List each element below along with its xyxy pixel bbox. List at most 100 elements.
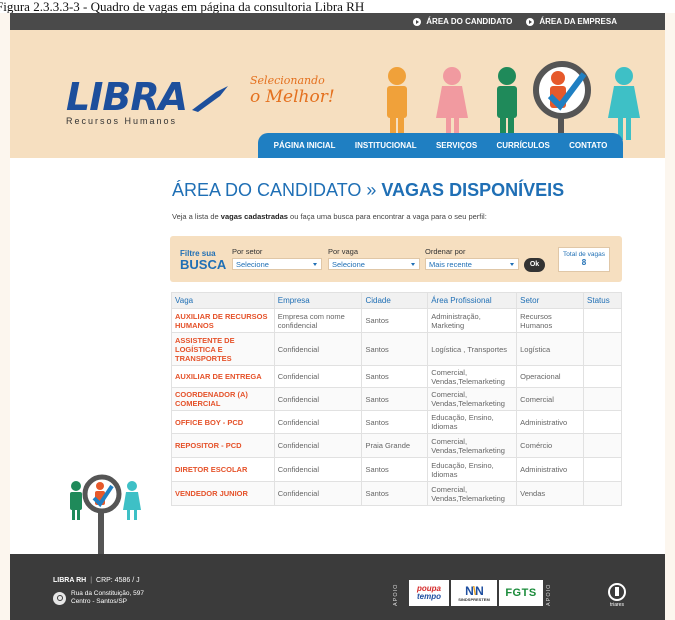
nav-curriculos[interactable]: CURRÍCULOS [496,141,549,150]
figure-caption: Figura 2.3.3.3-3 - Quadro de vagas em pá… [0,0,675,13]
area-cell: Comercial, Vendas,Telemarketing [427,481,518,506]
nav-contato[interactable]: CONTATO [569,141,607,150]
empresa-cell: Confidencial [273,365,363,388]
filter-panel: Filtre sua BUSCA Por setor Selecione Por… [170,236,622,282]
status-cell [583,387,622,411]
slogan-line2: o Melhor! [250,87,335,107]
footer-crp: CRP: 4586 / J [96,577,140,584]
vaga-link[interactable]: AUXILIAR DE ENTREGA [171,365,275,388]
location-pin-icon [53,591,66,605]
area-candidato-link[interactable]: ÁREA DO CANDIDATO [413,17,512,26]
sindsprestem-logo-icon: N\N [465,583,484,598]
vaga-link[interactable]: AUXILIAR DE RECURSOS HUMANOS [171,308,275,333]
empresa-cell: Confidencial [273,457,363,482]
play-icon [526,17,535,26]
vaga-link[interactable]: REPOSITOR - PCD [171,433,275,458]
footer [10,554,665,620]
intro-pre: Veja a lista de [172,212,221,221]
table-row[interactable]: AUXILIAR DE ENTREGA Confidencial Santos … [171,365,622,388]
area-cell: Logística , Transportes [427,332,518,366]
vaga-link[interactable]: DIRETOR ESCOLAR [171,457,275,482]
filter-vaga-value: Selecione [332,260,365,269]
setor-cell: Vendas [516,481,585,506]
filter-vaga-label: Por vaga [328,247,359,256]
col-vaga[interactable]: Vaga [171,292,275,309]
filter-ordenar-value: Mais recente [429,260,472,269]
area-cell: Educação, Ensino, Idiomas [427,457,518,482]
nav-institucional[interactable]: INSTITUCIONAL [355,141,417,150]
table-row[interactable]: OFFICE BOY - PCD Confidencial Santos Edu… [171,410,622,434]
cidade-cell: Santos [361,332,429,366]
col-empresa[interactable]: Empresa [273,292,363,309]
page-title-section: ÁREA DO CANDIDATO » [172,180,382,200]
status-cell [583,481,622,506]
setor-cell: Administrativo [516,457,585,482]
filter-setor-select[interactable]: Selecione [232,258,322,270]
nav-pagina-inicial[interactable]: PÁGINA INICIAL [274,141,336,150]
col-cidade[interactable]: Cidade [361,292,429,309]
libra-logo[interactable]: LIBRA Recursos Humanos [66,78,228,126]
status-cell [583,332,622,366]
cidade-cell: Santos [361,387,429,411]
table-row[interactable]: ASSISTENTE DE LOGÍSTICA E TRANSPORTES Co… [171,332,622,366]
vagas-table: Vaga Empresa Cidade Área Profissional Se… [171,292,622,506]
filter-vaga-select[interactable]: Selecione [328,258,420,270]
vaga-link[interactable]: COORDENADOR (A) COMERCIAL [171,387,275,411]
footer-brand-name: LIBRA RH [53,577,87,584]
cidade-cell: Santos [361,410,429,434]
footer-address-line2: Centro - Santos/SP [71,598,127,605]
table-row[interactable]: DIRETOR ESCOLAR Confidencial Santos Educ… [171,457,622,482]
cidade-cell: Santos [361,481,429,506]
empresa-cell: Confidencial [273,410,363,434]
sponsor-sindsprestem[interactable]: N\N SINDSPRESTEM [451,580,497,606]
status-cell [583,410,622,434]
setor-cell: Recursos Humanos [516,308,585,333]
triares-logo[interactable]: triares [603,583,631,608]
area-cell: Educação, Ensino, Idiomas [427,410,518,434]
setor-cell: Comercial [516,387,585,411]
status-cell [583,433,622,458]
area-cell: Comercial, Vendas,Telemarketing [427,365,518,388]
area-cell: Comercial, Vendas,Telemarketing [427,433,518,458]
filter-vaga: Por vaga Selecione [328,247,420,270]
filter-ordenar-select[interactable]: Mais recente [425,258,519,270]
triares-label: triares [610,602,624,608]
apoio-label-right: APOIO [546,583,552,606]
area-cell: Comercial, Vendas,Telemarketing [427,387,518,411]
filter-label-big: BUSCA [180,257,227,272]
page-title-bold: VAGAS DISPONÍVEIS [381,180,565,200]
table-row[interactable]: REPOSITOR - PCD Confidencial Praia Grand… [171,433,622,458]
sponsor-fgts[interactable]: FGTS [499,580,543,606]
area-candidato-label: ÁREA DO CANDIDATO [426,17,513,26]
ok-button[interactable]: Ok [524,258,545,272]
apoio-label-left: APOIO [393,583,399,606]
total-vagas-value: 8 [581,258,587,267]
filter-setor-value: Selecione [236,260,269,269]
col-setor[interactable]: Setor [516,292,585,309]
cidade-cell: Praia Grande [361,433,429,458]
filter-ordenar-label: Ordenar por [425,247,466,256]
area-empresa-label: ÁREA DA EMPRESA [539,17,617,26]
footer-address-line1: Rua da Constituição, 597 [71,590,144,597]
area-empresa-link[interactable]: ÁREA DA EMPRESA [526,17,617,26]
setor-cell: Logística [516,332,585,366]
table-row[interactable]: AUXILIAR DE RECURSOS HUMANOS Empresa com… [171,308,622,333]
slogan: Selecionando o Melhor! [250,72,335,106]
total-vagas-box: Total de vagas 8 [558,247,610,272]
vaga-link[interactable]: VENDEDOR JUNIOR [171,481,275,506]
table-row[interactable]: VENDEDOR JUNIOR Confidencial Santos Come… [171,481,622,506]
vaga-link[interactable]: ASSISTENTE DE LOGÍSTICA E TRANSPORTES [171,332,275,366]
play-icon [413,17,422,26]
sponsor-poupatempo[interactable]: poupa tempo [409,580,449,606]
logo-subtitle: Recursos Humanos [66,116,178,126]
vaga-link[interactable]: OFFICE BOY - PCD [171,410,275,434]
table-row[interactable]: COORDENADOR (A) COMERCIAL Confidencial S… [171,387,622,411]
filter-setor-label: Por setor [232,247,263,256]
col-status[interactable]: Status [583,292,622,309]
table-header-row: Vaga Empresa Cidade Área Profissional Se… [171,292,622,309]
sponsor-poupatempo-b: tempo [417,592,441,601]
nav-servicos[interactable]: SERVIÇOS [436,141,477,150]
col-area[interactable]: Área Profissional [427,292,518,309]
filter-ordenar: Ordenar por Mais recente [425,247,519,270]
triares-icon [608,583,626,601]
